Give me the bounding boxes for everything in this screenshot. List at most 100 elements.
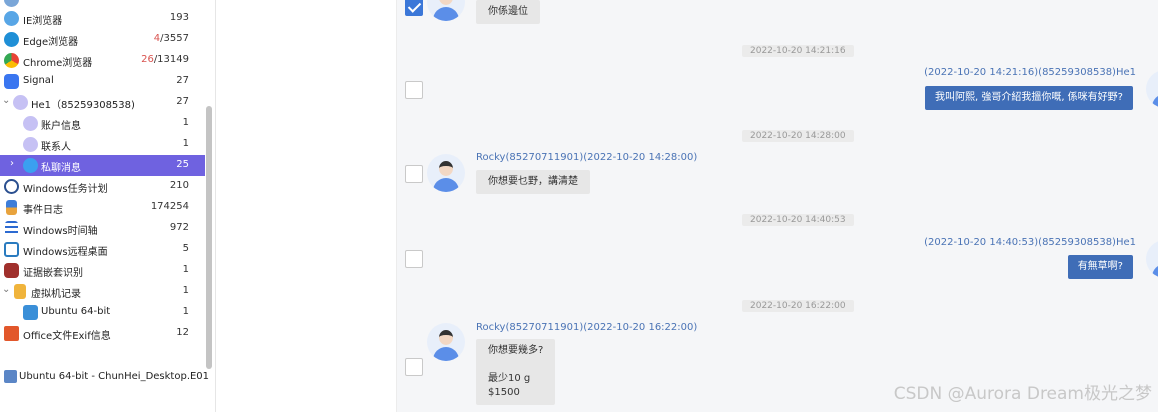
browser-icon bbox=[4, 0, 19, 7]
tree-item-label: 事件日志 bbox=[23, 205, 63, 216]
chevron-right-icon[interactable]: › bbox=[10, 158, 14, 169]
chrome-browser-icon bbox=[4, 53, 19, 68]
message-bubble-incoming: 你想要乜野，講清楚 bbox=[476, 170, 590, 194]
evidence-tree: IE浏览器 193 Edge浏览器 4/3557 Chrome浏览器 26/13… bbox=[0, 0, 216, 412]
avatar bbox=[1146, 70, 1158, 108]
avatar bbox=[427, 323, 465, 361]
tree-item-count: 1 bbox=[182, 138, 189, 149]
virtual-machine-icon bbox=[23, 305, 38, 320]
timestamp-divider: 2022-10-20 16:22:00 bbox=[742, 300, 854, 312]
tree-item-count: 972 bbox=[169, 222, 189, 233]
timestamp-divider: 2022-10-20 14:28:00 bbox=[742, 130, 854, 142]
tree-item-count: 27 bbox=[176, 96, 189, 107]
app-window: IE浏览器 193 Edge浏览器 4/3557 Chrome浏览器 26/13… bbox=[0, 0, 1158, 412]
tree-item-remote-desktop[interactable]: Windows远程桌面 5 bbox=[0, 239, 205, 260]
timeline-icon bbox=[5, 221, 18, 236]
tree-item-label: 虚拟机记录 bbox=[31, 289, 81, 300]
tree-item-count: 5 bbox=[182, 243, 189, 254]
tree-item-count: 1 bbox=[182, 285, 189, 296]
tree-item-private-messages[interactable]: › 私聊消息 25 bbox=[0, 155, 205, 176]
evidence-source-item[interactable]: Ubuntu 64-bit - ChunHei_Desktop.E01 bbox=[0, 367, 215, 387]
tree-item-account-info[interactable]: 账户信息 1 bbox=[0, 113, 205, 134]
chevron-down-icon[interactable]: ⌄ bbox=[2, 284, 10, 295]
tree-item-label: 账户信息 bbox=[41, 121, 81, 132]
message-bubble-incoming: 你想要幾多? 最少10 g $1500 bbox=[476, 339, 556, 405]
tree-item-ie-browser[interactable]: IE浏览器 193 bbox=[0, 8, 205, 29]
count-total: /13149 bbox=[153, 54, 189, 65]
user-icon bbox=[23, 137, 38, 152]
tree-item-label: Chrome浏览器 bbox=[23, 58, 93, 69]
count-total: /3557 bbox=[160, 33, 189, 44]
remote-desktop-icon bbox=[4, 242, 19, 257]
tree-item-count: 26/13149 bbox=[141, 54, 189, 65]
fingerprint-icon bbox=[4, 263, 19, 278]
tree-item-label: IE浏览器 bbox=[23, 16, 63, 27]
tree-scrollbar[interactable] bbox=[206, 106, 212, 369]
tree-item-edge-browser[interactable]: Edge浏览器 4/3557 bbox=[0, 29, 205, 50]
tree-item-count: 12 bbox=[176, 327, 189, 338]
watermark: CSDN @Aurora Dream极光之梦 bbox=[893, 384, 1152, 404]
tree-item-label: 联系人 bbox=[41, 142, 71, 153]
tree-item-nested-evidence[interactable]: 证据嵌套识别 1 bbox=[0, 260, 205, 281]
timestamp-divider: 2022-10-20 14:40:53 bbox=[742, 214, 854, 226]
ie-browser-icon bbox=[4, 11, 19, 26]
tree-item-label: 私聊消息 bbox=[41, 163, 81, 174]
message-sender: (2022-10-20 14:40:53)(85259308538)He1 bbox=[924, 237, 1136, 248]
message-checkbox[interactable] bbox=[405, 165, 423, 183]
tree-item-contacts[interactable]: 联系人 1 bbox=[0, 134, 205, 155]
tree-item-label: Windows时间轴 bbox=[23, 226, 98, 237]
tree-item-label: Windows远程桌面 bbox=[23, 247, 108, 258]
tree-item-label: Office文件Exif信息 bbox=[23, 331, 111, 342]
message-checkbox[interactable] bbox=[405, 81, 423, 99]
tree-item-count: 27 bbox=[176, 75, 189, 86]
message-sender: (2022-10-20 14:21:16)(85259308538)He1 bbox=[924, 67, 1136, 78]
timestamp-divider: 2022-10-20 14:21:16 bbox=[742, 45, 854, 57]
tree-item-count: 174254 bbox=[150, 201, 189, 212]
message-bubble-incoming: 你係邊位 bbox=[476, 0, 540, 24]
message-sender: Rocky(85270711901)(2022-10-20 14:28:00) bbox=[476, 152, 698, 163]
tree-item-chrome-browser[interactable]: Chrome浏览器 26/13149 bbox=[0, 50, 205, 71]
message-checkbox[interactable] bbox=[405, 0, 423, 16]
event-log-icon bbox=[6, 200, 17, 215]
tree-item-count: 1 bbox=[182, 264, 189, 275]
avatar bbox=[1146, 240, 1158, 278]
tree-item-windows-timeline[interactable]: Windows时间轴 972 bbox=[0, 218, 205, 239]
office-icon bbox=[4, 326, 19, 341]
tree-item-count: 1 bbox=[182, 306, 189, 317]
disk-image-icon bbox=[4, 370, 17, 383]
chat-panel: 你係邊位 2022-10-20 14:21:16 (2022-10-20 14:… bbox=[396, 0, 1158, 412]
avatar bbox=[427, 154, 465, 192]
tree-item-he1-account[interactable]: ⌄ He1（85259308538) 27 bbox=[0, 92, 205, 113]
tree-item-windows-tasks[interactable]: Windows任务计划 210 bbox=[0, 176, 205, 197]
count-warning: 26 bbox=[141, 54, 154, 65]
tree-item-label: Windows任务计划 bbox=[23, 184, 108, 195]
chat-bubble-icon bbox=[23, 158, 38, 173]
message-bubble-outgoing: 我叫阿熙, 強哥介紹我搵你嘅, 係咪有好野? bbox=[924, 86, 1133, 110]
message-sender: Rocky(85270711901)(2022-10-20 16:22:00) bbox=[476, 322, 698, 333]
tree-item-event-log[interactable]: 事件日志 174254 bbox=[0, 197, 205, 218]
tree-item-count: 193 bbox=[169, 12, 189, 23]
user-icon bbox=[13, 95, 28, 110]
avatar bbox=[427, 0, 465, 21]
tree-item-signal[interactable]: Signal 27 bbox=[0, 71, 205, 92]
tree-item-label: Ubuntu 64-bit bbox=[41, 306, 111, 317]
message-checkbox[interactable] bbox=[405, 250, 423, 268]
tree-item-label: Edge浏览器 bbox=[23, 37, 79, 48]
tree-item-count: 1 bbox=[182, 117, 189, 128]
evidence-source-label: Ubuntu 64-bit - ChunHei_Desktop.E01 bbox=[19, 371, 210, 382]
chevron-down-icon[interactable]: ⌄ bbox=[2, 95, 10, 106]
edge-browser-icon bbox=[4, 32, 19, 47]
clock-icon bbox=[4, 179, 19, 194]
user-icon bbox=[23, 116, 38, 131]
message-checkbox[interactable] bbox=[405, 358, 423, 376]
tree-item-count: 25 bbox=[176, 159, 189, 170]
signal-icon bbox=[4, 74, 19, 89]
tree-item-label: He1（85259308538) bbox=[31, 100, 135, 111]
tree-item-ubuntu-vm[interactable]: Ubuntu 64-bit 1 bbox=[0, 302, 205, 323]
message-bubble-outgoing: 有無草啊? bbox=[1067, 255, 1133, 279]
clipboard-icon bbox=[14, 284, 26, 299]
tree-item-count: 4/3557 bbox=[154, 33, 189, 44]
tree-item-vm-records[interactable]: ⌄ 虚拟机记录 1 bbox=[0, 281, 205, 302]
tree-item-count: 210 bbox=[169, 180, 189, 191]
tree-item-office-exif[interactable]: Office文件Exif信息 12 bbox=[0, 323, 205, 344]
